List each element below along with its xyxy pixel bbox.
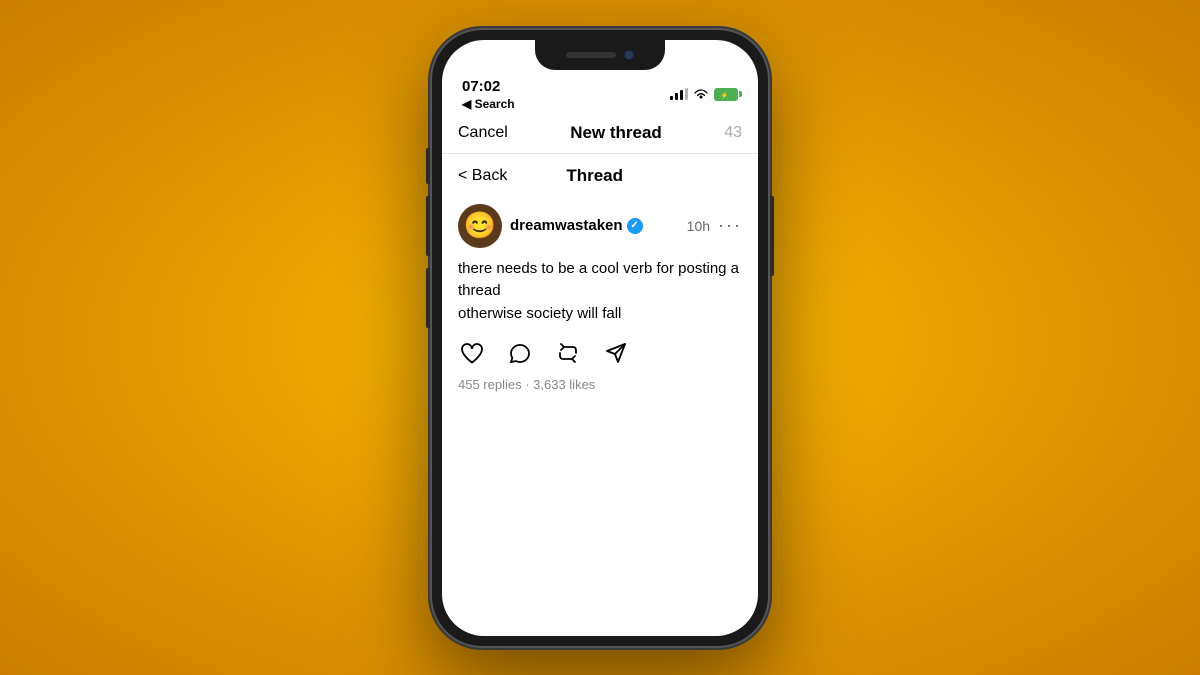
volume-up-button <box>426 196 430 256</box>
username[interactable]: dreamwastaken <box>510 217 623 234</box>
username-row: dreamwastaken ✓ <box>510 217 643 234</box>
secondary-nav: < Back Thread <box>442 154 758 196</box>
post-stats: 455 replies · 3,633 likes <box>458 377 742 392</box>
reply-button[interactable] <box>506 339 534 367</box>
post-area: 😊 dreamwastaken ✓ 10h ··· <box>442 196 758 636</box>
post-text-line1: there needs to be a cool verb for postin… <box>458 260 739 300</box>
volume-down-button <box>426 268 430 328</box>
speaker-grille <box>566 52 616 58</box>
post-content: there needs to be a cool verb for postin… <box>458 258 742 326</box>
back-to-search[interactable]: ◀ Search <box>462 97 515 111</box>
share-button[interactable] <box>602 339 630 367</box>
front-camera <box>624 50 634 60</box>
char-count: 43 <box>724 124 742 142</box>
power-button <box>770 196 774 276</box>
status-icons: ⚡ <box>670 88 738 101</box>
thread-title: Thread <box>566 166 623 186</box>
post-user: 😊 dreamwastaken ✓ <box>458 204 643 248</box>
repost-button[interactable] <box>554 339 582 367</box>
back-button[interactable]: < Back <box>458 167 507 185</box>
like-button[interactable] <box>458 339 486 367</box>
avatar[interactable]: 😊 <box>458 204 502 248</box>
verified-badge: ✓ <box>627 218 643 234</box>
more-options-button[interactable]: ··· <box>718 215 742 236</box>
notch <box>535 40 665 70</box>
post-meta: 10h ··· <box>687 215 742 236</box>
post-header: 😊 dreamwastaken ✓ 10h ··· <box>458 204 742 248</box>
mute-button <box>426 148 430 184</box>
top-nav: Cancel New thread 43 <box>442 117 758 154</box>
post-actions <box>458 339 742 367</box>
svg-text:⚡: ⚡ <box>720 90 729 99</box>
battery-icon: ⚡ <box>714 88 738 101</box>
post-text-line2: otherwise society will fall <box>458 305 621 322</box>
phone-screen: 07:02 ◀ Search <box>442 40 758 636</box>
phone-mockup: 07:02 ◀ Search <box>430 28 770 648</box>
signal-icon <box>670 88 688 100</box>
status-time: 07:02 <box>462 78 515 95</box>
post-time: 10h <box>687 218 710 234</box>
screen-content: 07:02 ◀ Search <box>442 40 758 636</box>
new-thread-title: New thread <box>570 123 662 143</box>
cancel-button[interactable]: Cancel <box>458 124 508 142</box>
wifi-icon <box>693 88 709 100</box>
